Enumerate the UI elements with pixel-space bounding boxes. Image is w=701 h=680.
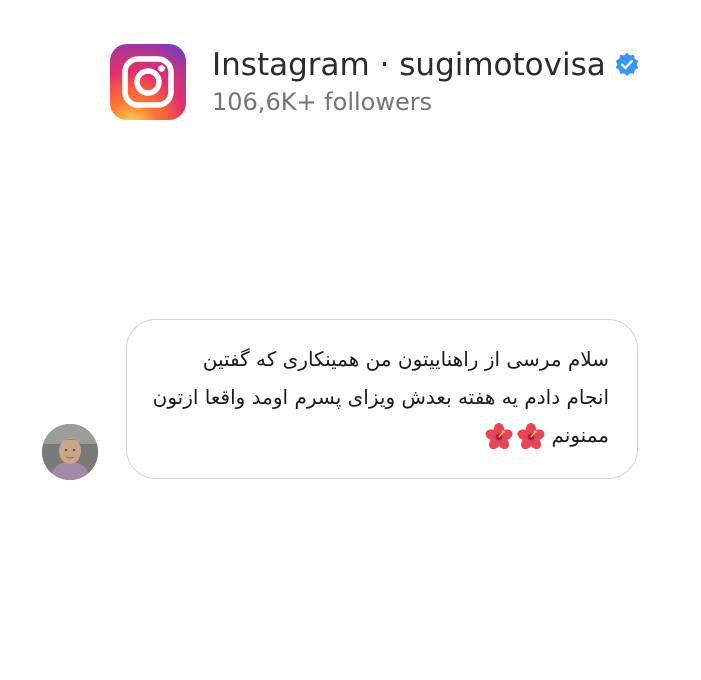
verified-badge-icon — [615, 52, 639, 77]
message-bubble[interactable]: سلام مرسی از راهناییتون من همینکاری که گ… — [126, 319, 638, 479]
message-content: سلام مرسی از راهناییتون من همینکاری که گ… — [151, 340, 609, 454]
followers-count: 106,6K+ followers — [212, 88, 433, 116]
emoji-group — [485, 422, 545, 451]
profile-info: Instagram · sugimotovisa 106,6K+ followe… — [212, 46, 640, 118]
hibiscus-icon — [485, 422, 513, 449]
hibiscus-icon — [517, 422, 545, 449]
profile-header: Instagram · sugimotovisa 106,6K+ followe… — [110, 42, 640, 122]
profile-name[interactable]: Instagram · sugimotovisa — [212, 46, 606, 84]
avatar[interactable] — [42, 424, 98, 480]
instagram-logo-icon[interactable] — [110, 44, 186, 120]
profile-title-row: Instagram · sugimotovisa — [212, 46, 640, 84]
